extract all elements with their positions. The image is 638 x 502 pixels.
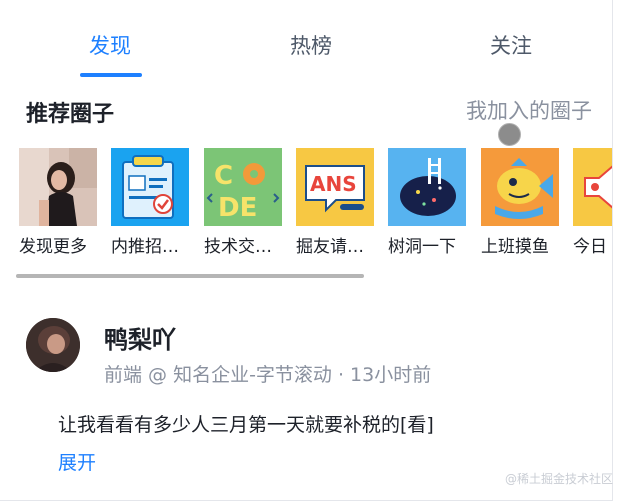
circle-item-today[interactable]: 今日: [573, 148, 612, 257]
circle-item-ask[interactable]: ANS 掘友请…: [296, 148, 374, 257]
top-tabs: 发现 热榜 关注: [0, 0, 612, 80]
circle-item-referral[interactable]: 内推招…: [111, 148, 189, 257]
circle-item-discover-more[interactable]: 发现更多: [19, 148, 97, 257]
speaker-icon: [573, 148, 612, 226]
photo-girl-icon: [19, 148, 97, 226]
circle-name: 今日: [573, 237, 607, 257]
post-author[interactable]: 鸭梨吖: [104, 320, 176, 355]
ans-icon: ANS: [296, 148, 374, 226]
circle-name: 上班摸鱼: [481, 237, 549, 257]
post-meta: 前端 @ 知名企业-字节滚动 · 13小时前: [104, 364, 432, 386]
expand-button[interactable]: 展开: [58, 448, 96, 475]
tab-discover[interactable]: 发现: [89, 30, 131, 60]
code-icon: C DE: [204, 148, 282, 226]
tree-hole-icon: [388, 148, 466, 226]
section-title: 推荐圈子: [26, 102, 115, 127]
touch-cursor-icon: [498, 123, 521, 146]
circle-name: 掘友请…: [296, 237, 364, 257]
circle-item-slack-off[interactable]: 上班摸鱼: [481, 148, 559, 257]
avatar[interactable]: [26, 318, 80, 372]
circle-name: 树洞一下: [388, 237, 456, 257]
svg-text:C: C: [214, 161, 233, 191]
fish-icon: [481, 148, 559, 226]
tab-hot[interactable]: 热榜: [290, 30, 332, 60]
circle-item-tree-hole[interactable]: 树洞一下: [388, 148, 466, 257]
svg-text:DE: DE: [218, 193, 257, 223]
joined-circles-link[interactable]: 我加入的圈子: [466, 95, 592, 125]
tab-follow[interactable]: 关注: [490, 30, 532, 60]
circle-name: 内推招…: [111, 237, 179, 257]
circle-list-scrollbar[interactable]: [16, 274, 364, 278]
svg-text:ANS: ANS: [310, 172, 357, 196]
circle-list: 发现更多 内推招… C DE 技术交… ANS 掘友请… 树洞一下 上班摸鱼 今…: [0, 148, 612, 258]
circle-name: 发现更多: [19, 237, 87, 257]
watermark: @稀土掘金技术社区: [505, 472, 614, 486]
circle-name: 技术交…: [204, 237, 272, 257]
circle-item-tech[interactable]: C DE 技术交…: [204, 148, 282, 257]
active-tab-indicator: [80, 73, 142, 77]
resume-icon: [111, 148, 189, 226]
post-content: 让我看看有多少人三月第一天就要补税的[看]: [58, 414, 434, 436]
